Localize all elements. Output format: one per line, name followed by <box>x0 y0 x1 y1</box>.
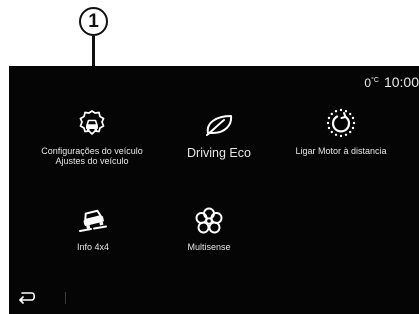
temperature-unit: °C <box>371 77 379 84</box>
back-arrow-icon[interactable] <box>17 290 37 304</box>
leaf-icon <box>206 115 233 136</box>
app-multisense[interactable]: Multisense <box>159 206 259 252</box>
app-info-4x4[interactable]: Info 4x4 <box>43 206 143 252</box>
app-driving-eco[interactable]: Driving Eco <box>165 112 273 160</box>
app-label-remote-engine-start: Ligar Motor à distancia <box>295 146 387 156</box>
status-bar: 0°C 10:00 <box>364 74 419 90</box>
temperature-readout: 0°C <box>364 76 379 90</box>
remote-start-icon <box>326 108 356 138</box>
4x4-info-icon <box>79 209 107 232</box>
app-label-vehicle-settings-line2: Ajustes do veículo <box>55 156 129 166</box>
nav-separator <box>65 292 66 304</box>
vehicle-settings-icon <box>79 110 105 135</box>
app-remote-engine-start[interactable]: Ligar Motor à distancia <box>279 108 403 156</box>
multimedia-screen: 0°C 10:00 Configurações do veículo Ajust… <box>9 66 419 314</box>
callout-number-1: 1 <box>79 7 108 36</box>
app-vehicle-settings[interactable]: Configurações do veículo Ajustes do veíc… <box>9 108 175 166</box>
clock: 10:00 <box>383 74 419 90</box>
multisense-flower-icon <box>195 207 223 234</box>
app-label-info-4x4: Info 4x4 <box>76 242 110 252</box>
app-label-vehicle-settings-line1: Configurações do veículo <box>41 146 143 156</box>
app-label-multisense: Multisense <box>187 242 231 252</box>
app-label-driving-eco: Driving Eco <box>187 146 251 160</box>
